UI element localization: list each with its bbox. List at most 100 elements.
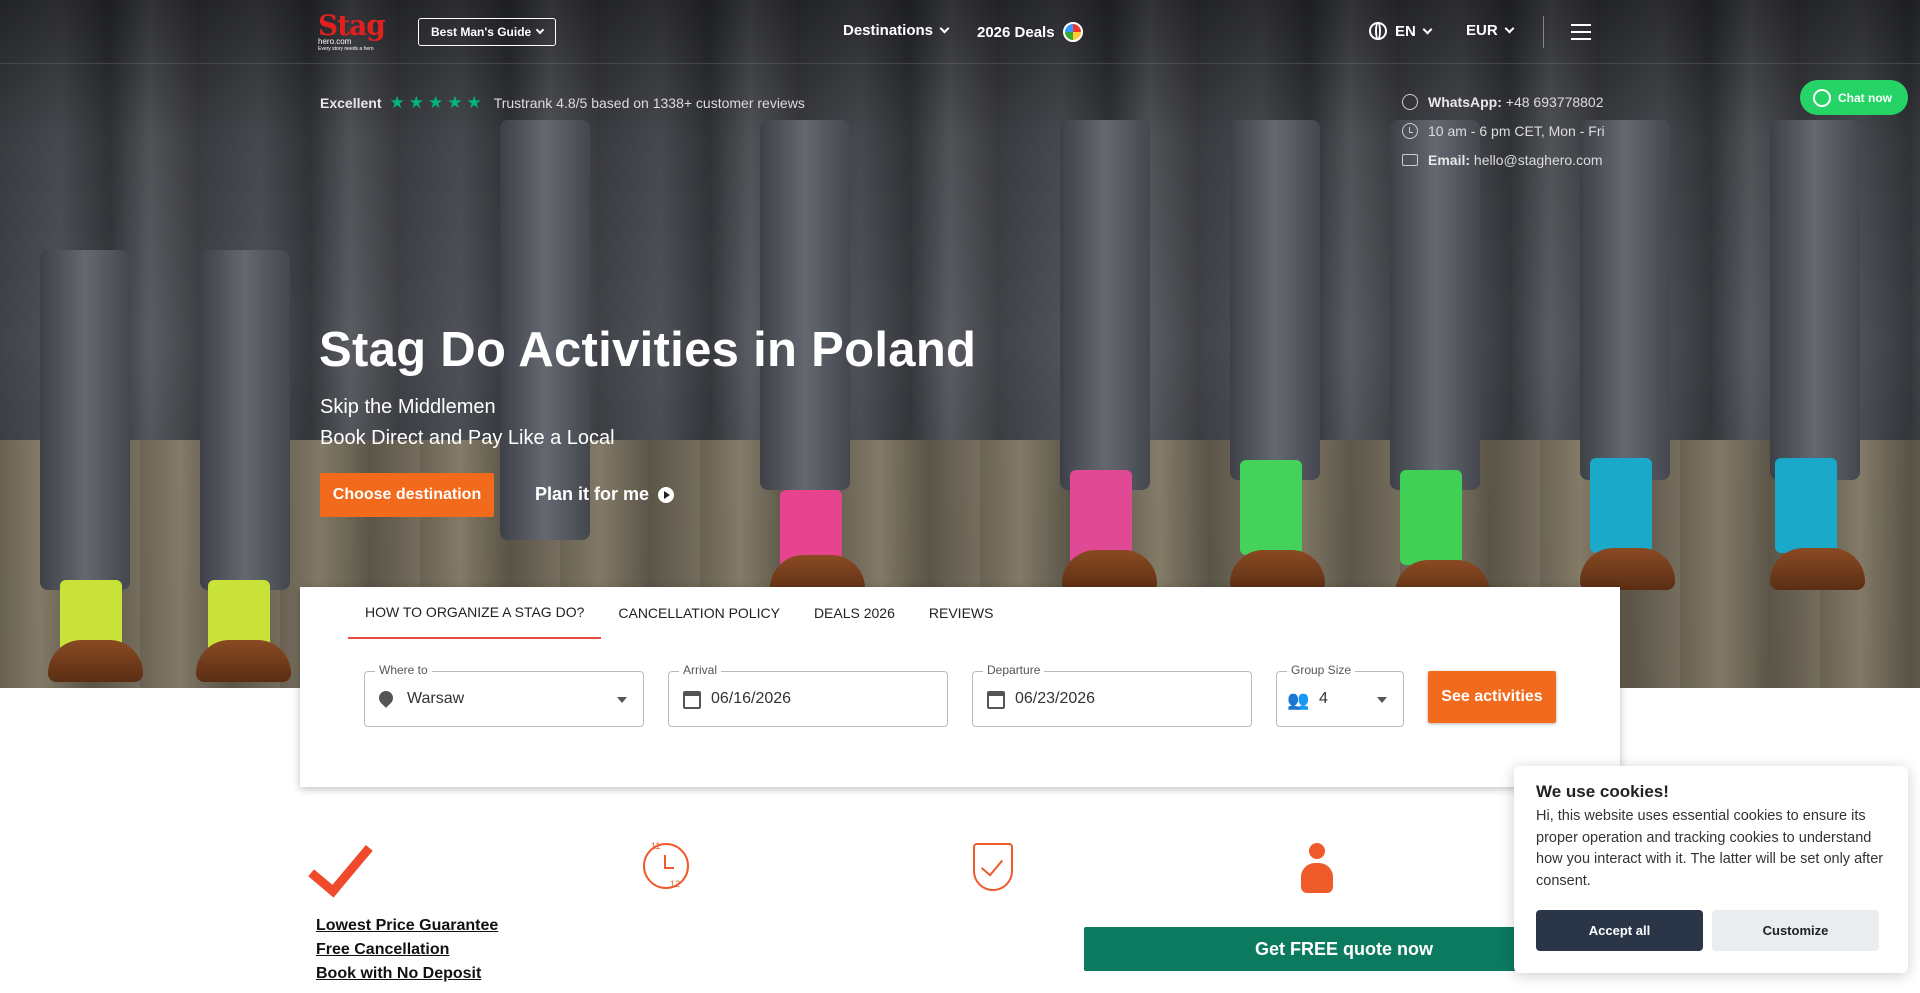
currency-selector[interactable]: EUR [1466,22,1515,39]
hours-text: 10 am - 6 pm CET, Mon - Fri [1428,123,1605,139]
whatsapp-label: WhatsApp: [1428,94,1502,110]
photo-sock [1400,470,1462,565]
group-size-select[interactable]: Group Size 👥 4 [1276,663,1404,727]
photo-sock [1240,460,1302,555]
whatsapp-icon [1402,94,1418,110]
globe-icon [1369,22,1387,40]
site-logo[interactable]: Stag hero.com Every story needs a hero [318,12,388,54]
chevron-down-icon [939,23,950,34]
language-label: EN [1395,22,1416,40]
free-cancellation-link[interactable]: Free Cancellation [316,938,498,962]
chat-now-button[interactable]: Chat now [1800,80,1908,115]
photo-shoe [1770,548,1865,590]
free-cancellation-clock-icon: 11 12 [643,841,689,889]
whatsapp-icon [1813,88,1831,107]
trust-rating[interactable]: Excellent ★★★★★ Trustrank 4.8/5 based on… [320,94,805,111]
nav-destinations-label: Destinations [843,22,934,39]
people-icon: 👥 [1287,690,1310,710]
deals-ball-icon [1062,22,1083,42]
clock-icon [1402,123,1418,139]
chat-label: Chat now [1838,90,1892,105]
currency-label: EUR [1466,22,1498,39]
rating-word: Excellent [320,94,382,111]
chevron-down-icon [1504,23,1515,34]
office-hours: 10 am - 6 pm CET, Mon - Fri [1402,121,1605,141]
lowest-price-guarantee-link[interactable]: Lowest Price Guarantee [316,914,498,938]
arrival-date-field[interactable]: Arrival 06/16/2026 [668,663,948,727]
dropdown-arrow-icon [1377,697,1387,703]
destination-label: Where to [375,663,432,677]
best-mans-guide-button[interactable]: Best Man's Guide [418,18,557,46]
tab-how-to-organize[interactable]: HOW TO ORGANIZE A STAG DO? [348,587,602,639]
photo-shoe [48,640,143,682]
cookie-banner: We use cookies! Hi, this website uses es… [1514,766,1908,973]
photo-leg [200,250,290,590]
logo-text: Stag [318,9,386,42]
info-tabs: HOW TO ORGANIZE A STAG DO? CANCELLATION … [348,587,1010,639]
hamburger-menu-icon[interactable] [1571,24,1591,40]
cookie-title: We use cookies! [1536,782,1669,801]
language-selector[interactable]: EN [1369,22,1433,40]
see-activities-button[interactable]: See activities [1428,671,1556,723]
photo-shoe [1230,550,1325,592]
person-icon [1297,843,1337,895]
destination-value: Warsaw [407,690,465,707]
clock-icon-bottom-number: 12 [670,879,681,889]
photo-shoe [1062,550,1157,592]
nav-destinations[interactable]: Destinations [843,22,950,39]
photo-leg [1060,120,1150,490]
hero-subtitle-line2: Book Direct and Pay Like a Local [320,427,615,449]
header-divider [1543,16,1544,48]
arrival-label: Arrival [679,663,722,677]
photo-leg [1770,120,1860,480]
photo-shoe [196,640,291,682]
arrival-value: 06/16/2026 [711,690,792,707]
cookie-text: Hi, this website uses essential cookies … [1536,808,1884,889]
plan-link-label: Plan it for me [535,484,650,504]
group-size-label: Group Size [1287,663,1356,677]
mail-icon [1402,154,1418,166]
page-title: Stag Do Activities in Poland [319,323,977,377]
whatsapp-contact[interactable]: WhatsApp: +48 693778802 [1402,92,1605,112]
star-rating-icons: ★★★★★ [389,93,486,112]
photo-leg [40,250,130,590]
whatsapp-number: +48 693778802 [1505,94,1604,110]
departure-label: Departure [983,663,1045,677]
photo-sock [1775,458,1837,553]
book-no-deposit-link[interactable]: Book with No Deposit [316,962,498,986]
calendar-icon [683,691,701,709]
photo-shoe [1580,548,1675,590]
photo-sock [1590,458,1652,553]
destination-select[interactable]: Where to Warsaw [364,663,644,727]
choose-destination-button[interactable]: Choose destination [320,473,494,517]
contact-info: WhatsApp: +48 693778802 10 am - 6 pm CET… [1402,92,1605,179]
dropdown-arrow-icon [617,697,627,703]
email-contact[interactable]: Email: hello@staghero.com [1402,150,1605,170]
play-circle-icon [658,486,675,503]
plan-it-for-me-link[interactable]: Plan it for me [535,484,675,505]
hero-subtitle: Skip the Middlemen Book Direct and Pay L… [320,392,615,454]
email-label: Email: [1428,152,1471,168]
departure-value: 06/23/2026 [1015,690,1096,707]
guide-button-label: Best Man's Guide [431,25,532,39]
search-card: HOW TO ORGANIZE A STAG DO? CANCELLATION … [300,587,1620,787]
tab-deals-2026[interactable]: DEALS 2026 [797,587,912,639]
feature-links: Lowest Price Guarantee Free Cancellation… [316,914,498,986]
shield-check-icon [973,843,1013,891]
accept-all-cookies-button[interactable]: Accept all [1536,910,1703,951]
departure-date-field[interactable]: Departure 06/23/2026 [972,663,1252,727]
map-pin-icon [379,691,393,709]
nav-2026-deals[interactable]: 2026 Deals [977,22,1083,42]
tab-cancellation-policy[interactable]: CANCELLATION POLICY [601,587,797,639]
group-size-value: 4 [1319,690,1328,707]
email-address: hello@staghero.com [1473,152,1603,168]
logo-tagline: Every story needs a hero [318,46,374,52]
price-check-icon [316,843,368,893]
tab-reviews[interactable]: REVIEWS [912,587,1011,639]
calendar-icon [987,691,1005,709]
photo-leg [1230,120,1320,480]
trust-text: Trustrank 4.8/5 based on 1338+ customer … [493,94,805,111]
nav-deals-label: 2026 Deals [977,23,1055,41]
customize-cookies-button[interactable]: Customize [1712,910,1879,951]
top-navigation: Stag hero.com Every story needs a hero B… [0,0,1920,64]
